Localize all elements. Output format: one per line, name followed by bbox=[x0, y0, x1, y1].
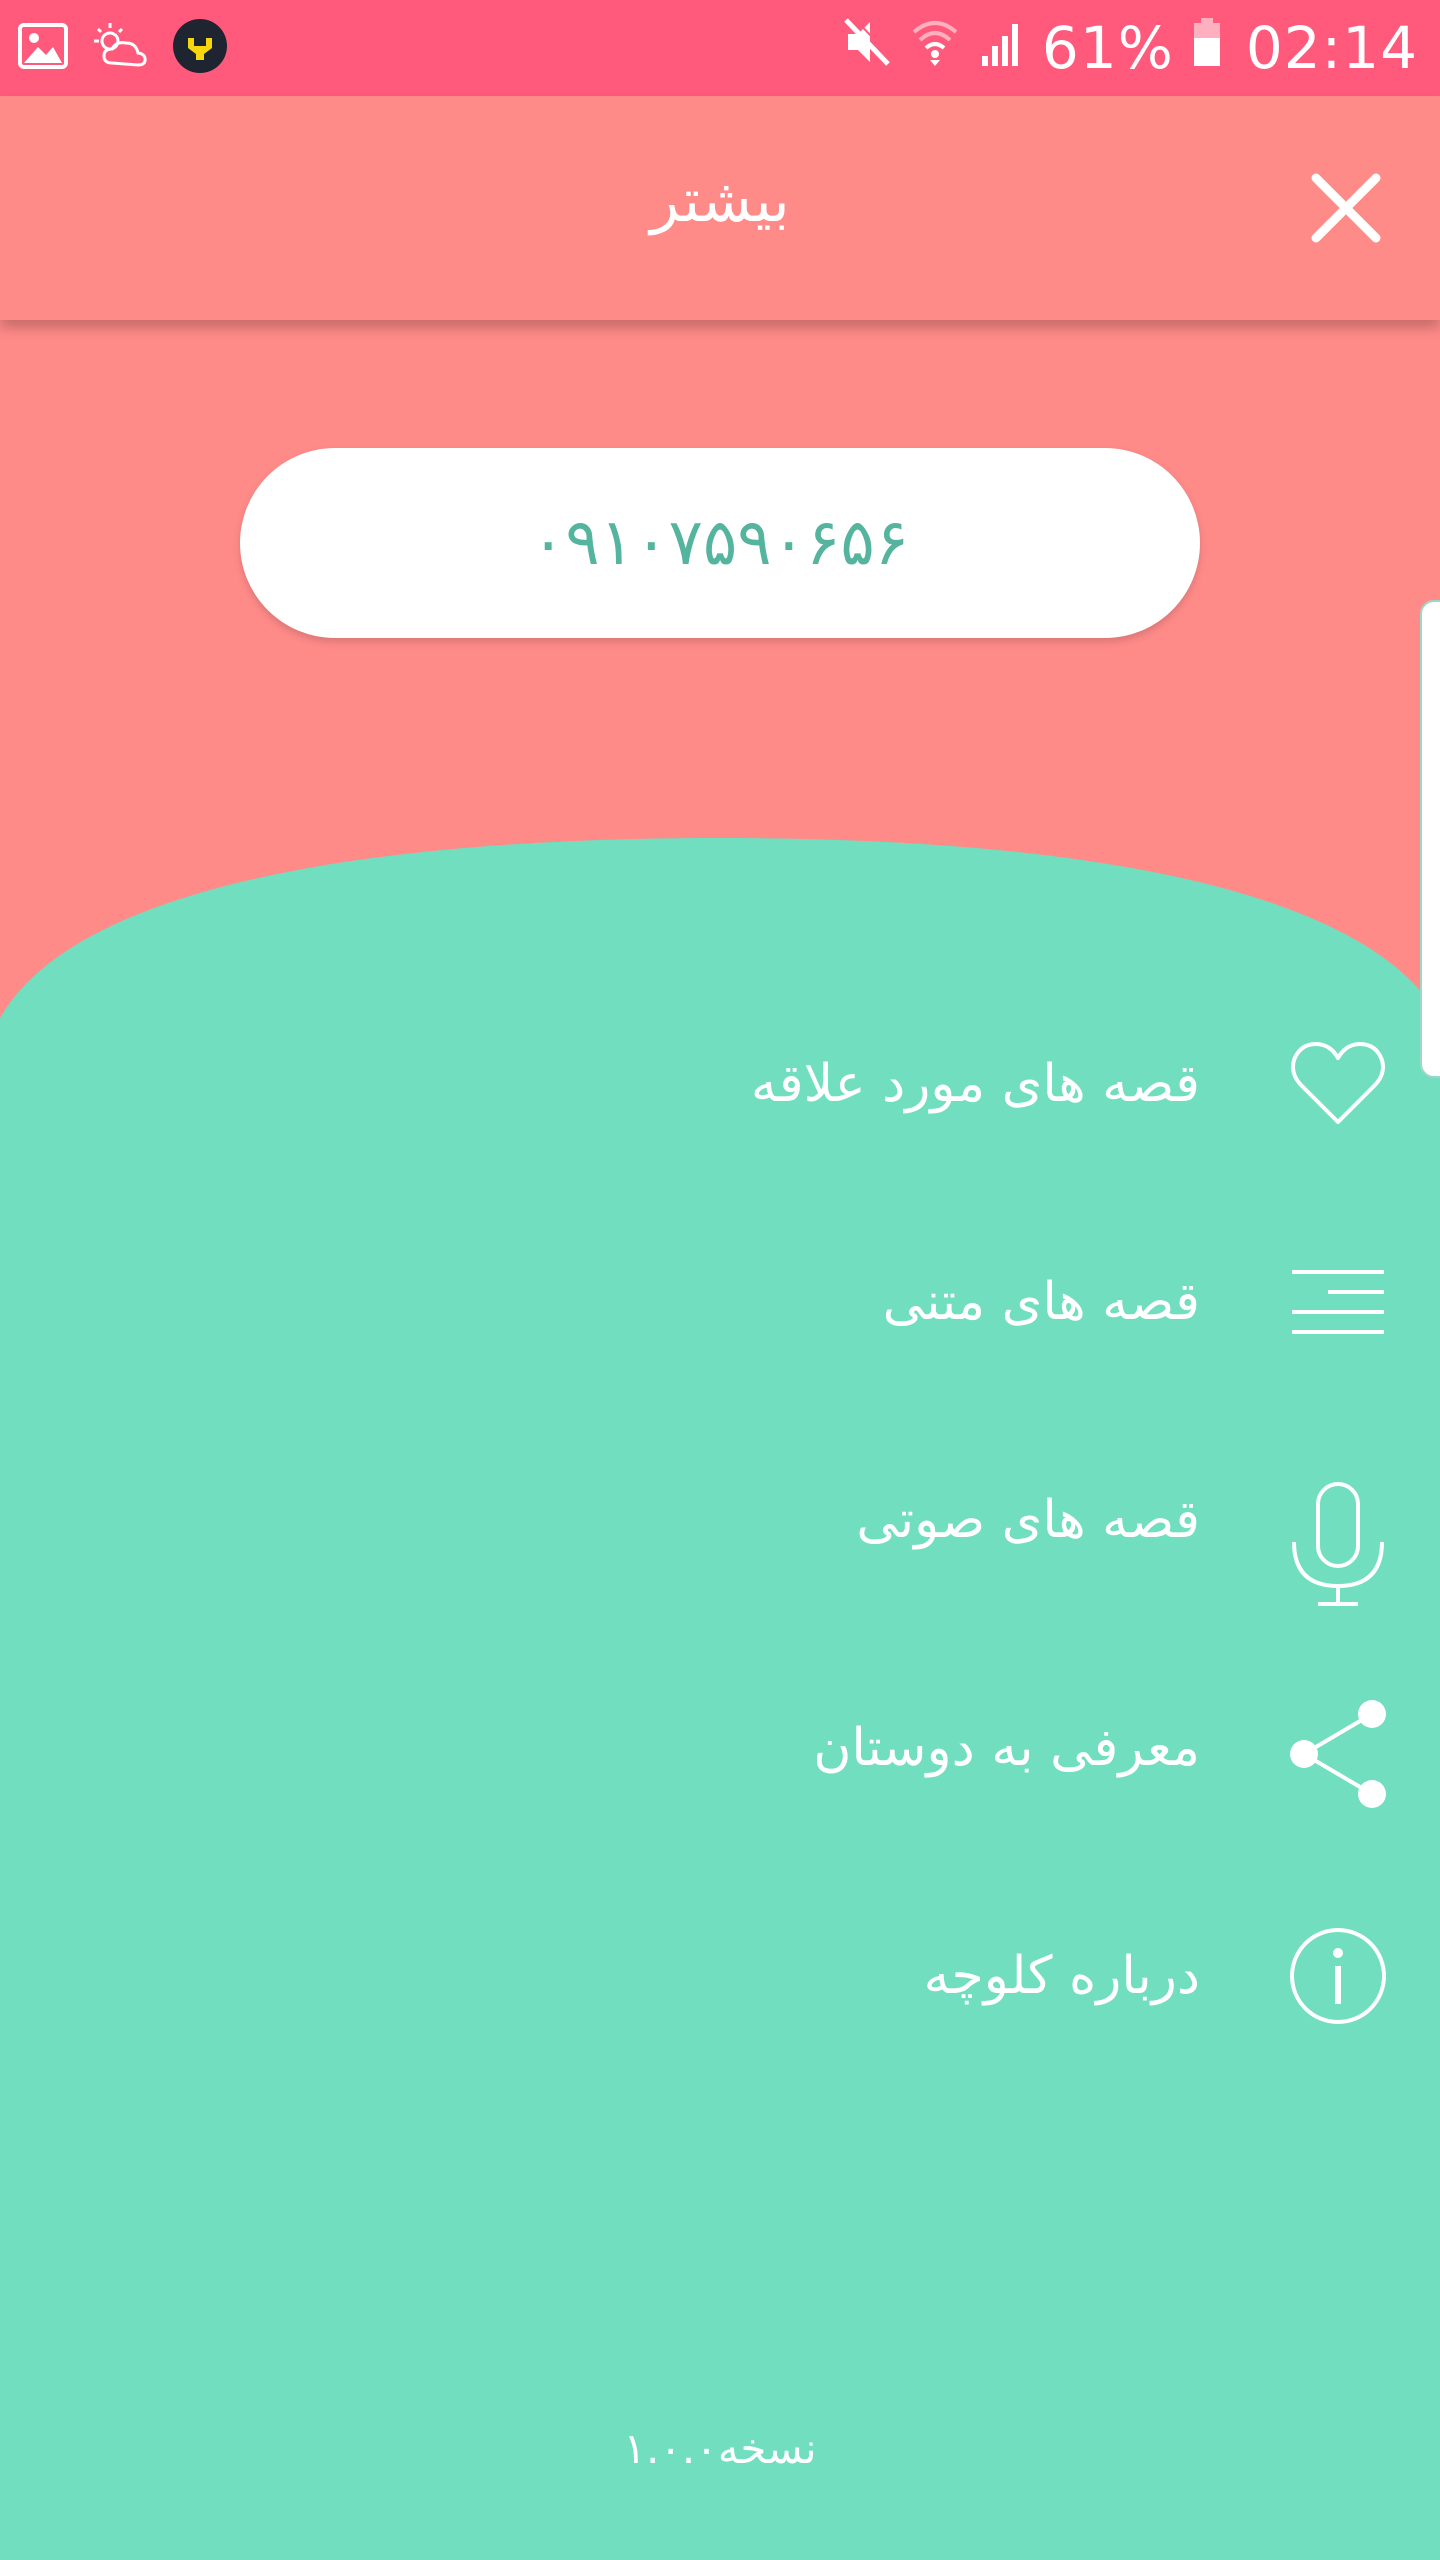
app-notification-icon bbox=[172, 18, 228, 78]
signal-icon bbox=[978, 14, 1028, 82]
mute-icon bbox=[842, 14, 894, 82]
gallery-icon bbox=[18, 23, 68, 73]
menu-item-label: معرفی به دوستان bbox=[813, 1718, 1200, 1778]
wifi-icon bbox=[910, 14, 960, 82]
battery-percent: 61% bbox=[1041, 14, 1174, 82]
drawer-handle[interactable] bbox=[1420, 600, 1440, 1078]
battery-icon bbox=[1192, 14, 1222, 82]
text-lines-icon bbox=[1292, 1270, 1384, 1334]
status-bar-notifications bbox=[18, 18, 228, 78]
microphone-icon bbox=[1292, 1482, 1384, 1606]
menu-item-about[interactable]: درباره کلوچه bbox=[320, 1896, 1420, 2056]
menu-item-label: قصه های صوتی bbox=[856, 1490, 1200, 1550]
app-bar: بیشتر bbox=[0, 96, 1440, 320]
menu-item-label: قصه های متنی bbox=[882, 1272, 1200, 1332]
menu-item-text-stories[interactable]: قصه های متنی bbox=[320, 1222, 1420, 1382]
close-button[interactable] bbox=[1308, 170, 1384, 246]
share-icon bbox=[1290, 1700, 1386, 1808]
menu-item-share-with-friends[interactable]: معرفی به دوستان bbox=[320, 1668, 1420, 1828]
close-icon bbox=[1311, 173, 1381, 243]
heart-icon bbox=[1291, 1042, 1385, 1124]
page-title: بیشتر bbox=[650, 166, 790, 236]
weather-icon bbox=[90, 21, 150, 75]
status-bar: 61% 02:14 bbox=[0, 0, 1440, 96]
menu-item-favorite-stories[interactable]: قصه های مورد علاقه bbox=[320, 1004, 1420, 1164]
menu-item-audio-stories[interactable]: قصه های صوتی bbox=[320, 1440, 1420, 1606]
info-icon bbox=[1290, 1928, 1386, 2024]
menu-item-label: درباره کلوچه bbox=[923, 1946, 1200, 2006]
status-bar-system: 61% 02:14 bbox=[842, 12, 1418, 84]
menu-item-label: قصه های مورد علاقه bbox=[750, 1054, 1200, 1114]
app-version: نسخه۱.۰.۰ bbox=[623, 2424, 817, 2473]
status-time: 02:14 bbox=[1245, 14, 1418, 82]
user-phone-number: ۰۹۱۰۷۵۹۰۶۵۶ bbox=[240, 448, 1200, 638]
